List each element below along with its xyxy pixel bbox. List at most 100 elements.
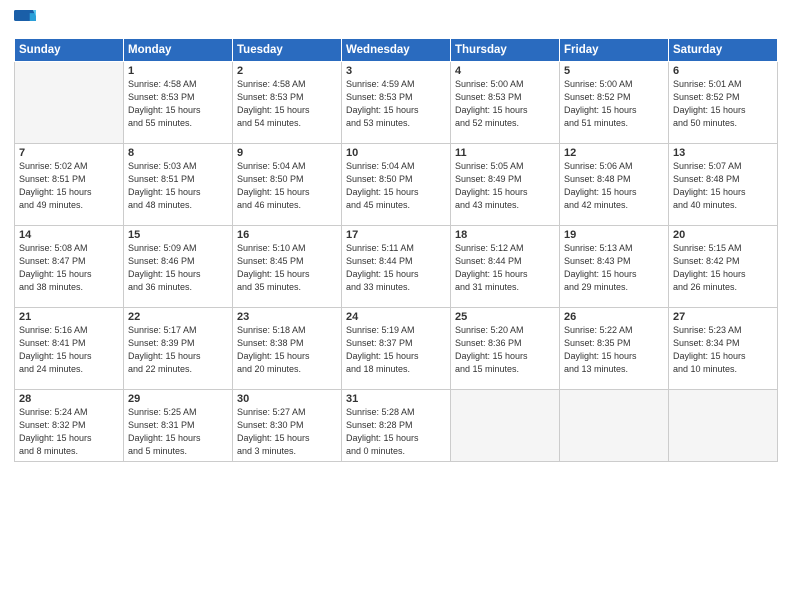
- logo-icon: [14, 10, 36, 32]
- day-number: 24: [346, 311, 446, 323]
- calendar-cell: 14Sunrise: 5:08 AM Sunset: 8:47 PM Dayli…: [15, 226, 124, 308]
- day-info: Sunrise: 5:04 AM Sunset: 8:50 PM Dayligh…: [346, 160, 446, 212]
- day-number: 13: [673, 147, 773, 159]
- day-number: 3: [346, 65, 446, 77]
- day-info: Sunrise: 5:22 AM Sunset: 8:35 PM Dayligh…: [564, 324, 664, 376]
- day-number: 20: [673, 229, 773, 241]
- day-info: Sunrise: 5:28 AM Sunset: 8:28 PM Dayligh…: [346, 406, 446, 458]
- calendar-cell: 12Sunrise: 5:06 AM Sunset: 8:48 PM Dayli…: [560, 144, 669, 226]
- calendar-week-1: 1Sunrise: 4:58 AM Sunset: 8:53 PM Daylig…: [15, 62, 778, 144]
- day-info: Sunrise: 5:01 AM Sunset: 8:52 PM Dayligh…: [673, 78, 773, 130]
- calendar-week-3: 14Sunrise: 5:08 AM Sunset: 8:47 PM Dayli…: [15, 226, 778, 308]
- calendar-cell: 1Sunrise: 4:58 AM Sunset: 8:53 PM Daylig…: [124, 62, 233, 144]
- calendar-cell: 25Sunrise: 5:20 AM Sunset: 8:36 PM Dayli…: [451, 308, 560, 390]
- day-info: Sunrise: 5:06 AM Sunset: 8:48 PM Dayligh…: [564, 160, 664, 212]
- day-number: 29: [128, 393, 228, 405]
- day-info: Sunrise: 5:24 AM Sunset: 8:32 PM Dayligh…: [19, 406, 119, 458]
- day-info: Sunrise: 5:02 AM Sunset: 8:51 PM Dayligh…: [19, 160, 119, 212]
- day-info: Sunrise: 5:00 AM Sunset: 8:53 PM Dayligh…: [455, 78, 555, 130]
- calendar-cell: 21Sunrise: 5:16 AM Sunset: 8:41 PM Dayli…: [15, 308, 124, 390]
- calendar-cell: 13Sunrise: 5:07 AM Sunset: 8:48 PM Dayli…: [669, 144, 778, 226]
- calendar-cell: 27Sunrise: 5:23 AM Sunset: 8:34 PM Dayli…: [669, 308, 778, 390]
- day-info: Sunrise: 5:10 AM Sunset: 8:45 PM Dayligh…: [237, 242, 337, 294]
- weekday-header-wednesday: Wednesday: [342, 39, 451, 62]
- day-number: 4: [455, 65, 555, 77]
- calendar-cell: [15, 62, 124, 144]
- calendar-table: SundayMondayTuesdayWednesdayThursdayFrid…: [14, 38, 778, 462]
- day-number: 21: [19, 311, 119, 323]
- day-info: Sunrise: 5:00 AM Sunset: 8:52 PM Dayligh…: [564, 78, 664, 130]
- day-number: 26: [564, 311, 664, 323]
- calendar-cell: 3Sunrise: 4:59 AM Sunset: 8:53 PM Daylig…: [342, 62, 451, 144]
- calendar-cell: 15Sunrise: 5:09 AM Sunset: 8:46 PM Dayli…: [124, 226, 233, 308]
- day-number: 12: [564, 147, 664, 159]
- calendar-cell: 7Sunrise: 5:02 AM Sunset: 8:51 PM Daylig…: [15, 144, 124, 226]
- day-number: 15: [128, 229, 228, 241]
- calendar-cell: 16Sunrise: 5:10 AM Sunset: 8:45 PM Dayli…: [233, 226, 342, 308]
- weekday-header-monday: Monday: [124, 39, 233, 62]
- day-number: 25: [455, 311, 555, 323]
- day-number: 28: [19, 393, 119, 405]
- calendar-body: 1Sunrise: 4:58 AM Sunset: 8:53 PM Daylig…: [15, 62, 778, 462]
- day-info: Sunrise: 5:13 AM Sunset: 8:43 PM Dayligh…: [564, 242, 664, 294]
- day-info: Sunrise: 5:12 AM Sunset: 8:44 PM Dayligh…: [455, 242, 555, 294]
- day-number: 17: [346, 229, 446, 241]
- calendar-cell: 26Sunrise: 5:22 AM Sunset: 8:35 PM Dayli…: [560, 308, 669, 390]
- logo: [14, 10, 38, 32]
- day-info: Sunrise: 5:23 AM Sunset: 8:34 PM Dayligh…: [673, 324, 773, 376]
- calendar-week-4: 21Sunrise: 5:16 AM Sunset: 8:41 PM Dayli…: [15, 308, 778, 390]
- day-info: Sunrise: 5:20 AM Sunset: 8:36 PM Dayligh…: [455, 324, 555, 376]
- calendar-cell: 17Sunrise: 5:11 AM Sunset: 8:44 PM Dayli…: [342, 226, 451, 308]
- calendar-cell: 10Sunrise: 5:04 AM Sunset: 8:50 PM Dayli…: [342, 144, 451, 226]
- calendar-page: SundayMondayTuesdayWednesdayThursdayFrid…: [0, 0, 792, 612]
- day-info: Sunrise: 4:59 AM Sunset: 8:53 PM Dayligh…: [346, 78, 446, 130]
- day-number: 18: [455, 229, 555, 241]
- day-number: 11: [455, 147, 555, 159]
- day-number: 8: [128, 147, 228, 159]
- calendar-cell: 20Sunrise: 5:15 AM Sunset: 8:42 PM Dayli…: [669, 226, 778, 308]
- day-number: 30: [237, 393, 337, 405]
- day-info: Sunrise: 5:27 AM Sunset: 8:30 PM Dayligh…: [237, 406, 337, 458]
- calendar-cell: 19Sunrise: 5:13 AM Sunset: 8:43 PM Dayli…: [560, 226, 669, 308]
- day-info: Sunrise: 5:11 AM Sunset: 8:44 PM Dayligh…: [346, 242, 446, 294]
- calendar-cell: [560, 390, 669, 462]
- weekday-header-saturday: Saturday: [669, 39, 778, 62]
- calendar-cell: 28Sunrise: 5:24 AM Sunset: 8:32 PM Dayli…: [15, 390, 124, 462]
- weekday-row: SundayMondayTuesdayWednesdayThursdayFrid…: [15, 39, 778, 62]
- day-info: Sunrise: 5:08 AM Sunset: 8:47 PM Dayligh…: [19, 242, 119, 294]
- day-info: Sunrise: 5:19 AM Sunset: 8:37 PM Dayligh…: [346, 324, 446, 376]
- day-number: 7: [19, 147, 119, 159]
- calendar-cell: 31Sunrise: 5:28 AM Sunset: 8:28 PM Dayli…: [342, 390, 451, 462]
- day-info: Sunrise: 4:58 AM Sunset: 8:53 PM Dayligh…: [128, 78, 228, 130]
- weekday-header-tuesday: Tuesday: [233, 39, 342, 62]
- day-number: 31: [346, 393, 446, 405]
- day-info: Sunrise: 5:03 AM Sunset: 8:51 PM Dayligh…: [128, 160, 228, 212]
- calendar-header: SundayMondayTuesdayWednesdayThursdayFrid…: [15, 39, 778, 62]
- day-number: 22: [128, 311, 228, 323]
- calendar-cell: 24Sunrise: 5:19 AM Sunset: 8:37 PM Dayli…: [342, 308, 451, 390]
- calendar-cell: 8Sunrise: 5:03 AM Sunset: 8:51 PM Daylig…: [124, 144, 233, 226]
- day-number: 16: [237, 229, 337, 241]
- day-number: 6: [673, 65, 773, 77]
- day-info: Sunrise: 5:18 AM Sunset: 8:38 PM Dayligh…: [237, 324, 337, 376]
- day-info: Sunrise: 5:09 AM Sunset: 8:46 PM Dayligh…: [128, 242, 228, 294]
- day-info: Sunrise: 5:16 AM Sunset: 8:41 PM Dayligh…: [19, 324, 119, 376]
- day-info: Sunrise: 5:04 AM Sunset: 8:50 PM Dayligh…: [237, 160, 337, 212]
- calendar-cell: 18Sunrise: 5:12 AM Sunset: 8:44 PM Dayli…: [451, 226, 560, 308]
- day-info: Sunrise: 4:58 AM Sunset: 8:53 PM Dayligh…: [237, 78, 337, 130]
- day-info: Sunrise: 5:07 AM Sunset: 8:48 PM Dayligh…: [673, 160, 773, 212]
- calendar-week-2: 7Sunrise: 5:02 AM Sunset: 8:51 PM Daylig…: [15, 144, 778, 226]
- calendar-cell: 9Sunrise: 5:04 AM Sunset: 8:50 PM Daylig…: [233, 144, 342, 226]
- calendar-cell: 29Sunrise: 5:25 AM Sunset: 8:31 PM Dayli…: [124, 390, 233, 462]
- day-number: 9: [237, 147, 337, 159]
- day-number: 1: [128, 65, 228, 77]
- calendar-cell: 2Sunrise: 4:58 AM Sunset: 8:53 PM Daylig…: [233, 62, 342, 144]
- calendar-cell: [451, 390, 560, 462]
- calendar-cell: 11Sunrise: 5:05 AM Sunset: 8:49 PM Dayli…: [451, 144, 560, 226]
- day-number: 27: [673, 311, 773, 323]
- day-number: 14: [19, 229, 119, 241]
- calendar-cell: 22Sunrise: 5:17 AM Sunset: 8:39 PM Dayli…: [124, 308, 233, 390]
- calendar-cell: 5Sunrise: 5:00 AM Sunset: 8:52 PM Daylig…: [560, 62, 669, 144]
- calendar-cell: 6Sunrise: 5:01 AM Sunset: 8:52 PM Daylig…: [669, 62, 778, 144]
- day-number: 19: [564, 229, 664, 241]
